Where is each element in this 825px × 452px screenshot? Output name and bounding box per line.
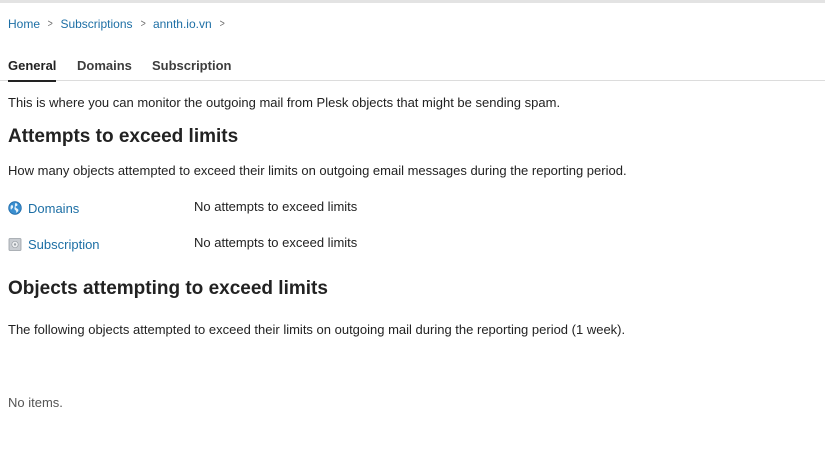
attempts-row-domains: Domains	[8, 199, 79, 217]
globe-icon	[8, 201, 22, 215]
breadcrumb-subscriptions[interactable]: Subscriptions	[60, 16, 132, 32]
objects-heading: Objects attempting to exceed limits	[8, 278, 328, 299]
top-border	[0, 0, 825, 3]
attempts-row-subscription: Subscription	[8, 235, 100, 253]
breadcrumb-separator-icon: >	[47, 18, 53, 30]
breadcrumb-separator-icon: >	[140, 18, 146, 30]
breadcrumb-separator-icon: >	[219, 18, 225, 30]
breadcrumb-home[interactable]: Home	[8, 16, 40, 32]
tab-bar: General Domains Subscription	[0, 56, 825, 82]
breadcrumb: Home > Subscriptions > annth.io.vn >	[8, 16, 232, 32]
tab-domains[interactable]: Domains	[77, 58, 132, 81]
subscription-status: No attempts to exceed limits	[194, 235, 358, 250]
domains-status: No attempts to exceed limits	[194, 199, 358, 214]
breadcrumb-subscription-name[interactable]: annth.io.vn	[153, 16, 212, 32]
subscription-link[interactable]: Subscription	[28, 237, 100, 252]
tab-subscription[interactable]: Subscription	[152, 58, 231, 81]
intro-text: This is where you can monitor the outgoi…	[8, 95, 561, 110]
attempts-heading: Attempts to exceed limits	[8, 126, 239, 147]
page: Home > Subscriptions > annth.io.vn > Gen…	[0, 0, 825, 452]
empty-list-message: No items.	[8, 395, 63, 410]
objects-description: The following objects attempted to excee…	[8, 322, 626, 337]
tab-general[interactable]: General	[8, 58, 57, 82]
domains-link[interactable]: Domains	[28, 201, 79, 216]
attempts-description: How many objects attempted to exceed the…	[8, 163, 627, 178]
subscription-icon	[8, 237, 22, 251]
